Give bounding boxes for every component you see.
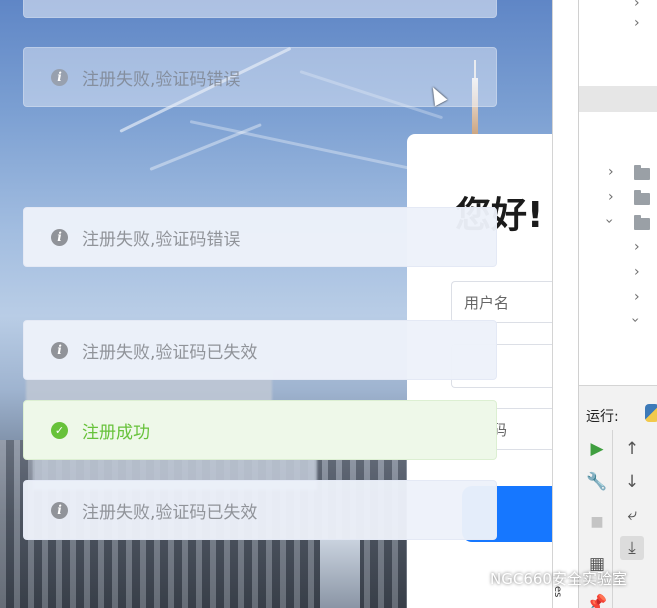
check-circle-icon: ✓ [51, 421, 68, 439]
info-icon: i [51, 341, 68, 359]
wrench-icon[interactable]: 🔧 [585, 470, 609, 494]
arrow-down-icon[interactable]: ↓ [620, 470, 644, 494]
building [320, 540, 360, 608]
info-icon: i [51, 228, 68, 246]
folder-icon [634, 165, 650, 180]
stop-icon[interactable]: ■ [585, 510, 609, 534]
folder-icon [634, 190, 650, 205]
toast-text: 注册成功 [82, 422, 150, 443]
ide-header-band [579, 86, 657, 112]
watermark-text: NGC660安全实验室 [490, 570, 627, 588]
chevron-down-icon[interactable]: › [627, 317, 643, 323]
run-icon[interactable]: ▶ [585, 437, 609, 461]
wechat-icon [462, 570, 485, 589]
toast-message: i 注册失败,验证码错误 [23, 47, 497, 107]
info-icon: i [51, 68, 68, 86]
chevron-right-icon[interactable]: › [634, 240, 640, 254]
soft-wrap-icon[interactable]: ⤶ [620, 503, 644, 527]
chevron-right-icon[interactable]: › [634, 265, 640, 279]
python-icon [645, 404, 657, 422]
toast-message: i 注册失败,验证码已失效 [23, 320, 497, 380]
pin-icon[interactable]: 📌 [585, 592, 609, 608]
toast-message: i 注册失败,验证码错误 [23, 207, 497, 267]
chevron-down-icon[interactable]: › [601, 218, 617, 224]
toast-message: i [23, 0, 497, 18]
toast-message: ✓ 注册成功 [23, 400, 497, 460]
folder-icon [634, 215, 650, 230]
chevron-right-icon[interactable]: › [634, 0, 640, 10]
arrow-up-icon[interactable]: ↑ [620, 437, 644, 461]
chevron-right-icon[interactable]: › [608, 190, 614, 204]
username-input[interactable]: 用户名 [451, 281, 553, 323]
toast-text: 注册失败,验证码已失效 [82, 502, 258, 523]
toast-message: i 注册失败,验证码已失效 [23, 480, 497, 540]
toast-text: 注册失败,验证码错误 [82, 69, 241, 90]
toast-text: 注册失败,验证码已失效 [82, 342, 258, 363]
scroll-to-end-icon[interactable]: ⤓ [620, 536, 644, 560]
run-label: 运行: [586, 409, 619, 425]
info-icon: i [51, 501, 68, 519]
toast-text: 注册失败,验证码错误 [82, 229, 241, 250]
chevron-right-icon[interactable]: › [634, 16, 640, 30]
chevron-right-icon[interactable]: › [634, 290, 640, 304]
watermark: NGC660安全实验室 [462, 568, 627, 589]
chevron-right-icon[interactable]: › [608, 165, 614, 179]
